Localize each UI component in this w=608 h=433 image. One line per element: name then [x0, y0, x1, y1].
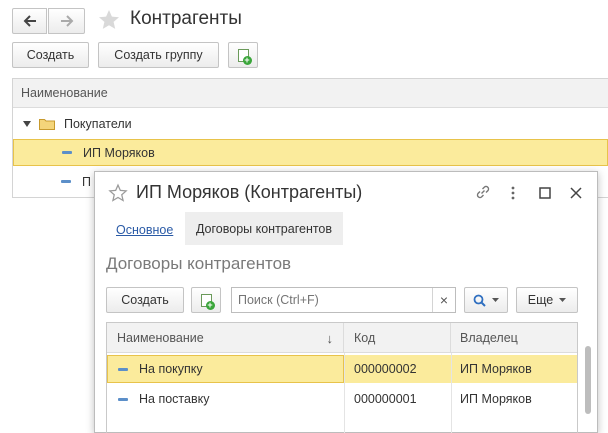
arrow-right-icon — [60, 15, 73, 27]
list-header: Наименование — [13, 79, 608, 108]
column-header-name[interactable]: Наименование ↓ — [107, 323, 344, 353]
chevron-down-icon — [559, 298, 567, 302]
row-owner: ИП Моряков — [460, 362, 532, 376]
dialog-create-button[interactable]: Создать — [106, 287, 184, 313]
row-name: На покупку — [139, 362, 203, 376]
link-icon[interactable] — [474, 183, 492, 201]
tab-main[interactable]: Основное — [110, 216, 179, 244]
maximize-icon[interactable] — [538, 186, 552, 200]
group-label: Покупатели — [64, 117, 132, 131]
menu-dots-icon[interactable] — [508, 184, 518, 202]
column-header-owner-label: Владелец — [460, 331, 518, 345]
search-icon — [473, 294, 486, 307]
column-header-code-label: Код — [354, 331, 376, 345]
item-icon — [118, 397, 128, 401]
search-button[interactable] — [464, 287, 508, 313]
chevron-down-icon — [492, 298, 499, 302]
back-button[interactable] — [12, 8, 47, 34]
create-button-label: Создать — [26, 48, 75, 62]
item-icon — [61, 180, 71, 183]
dialog-create-button-label: Создать — [121, 293, 169, 307]
expand-triangle-icon[interactable] — [23, 121, 31, 127]
column-header-code[interactable]: Код — [345, 323, 451, 353]
table-row-name-cell[interactable]: На поставку — [107, 385, 344, 413]
page-title: Контрагенты — [130, 8, 242, 29]
create-group-button[interactable]: Создать группу — [98, 42, 219, 68]
add-copy-button[interactable]: + — [228, 42, 258, 68]
add-document-icon: + — [237, 48, 252, 65]
list-item-selected[interactable]: ИП Моряков — [13, 139, 608, 166]
group-row[interactable]: Покупатели — [13, 111, 608, 137]
item-icon — [62, 151, 72, 154]
item-icon — [118, 367, 128, 371]
star-icon[interactable] — [97, 8, 121, 32]
close-icon[interactable] — [568, 185, 584, 201]
search-input[interactable] — [232, 288, 444, 312]
sort-arrow-icon: ↓ — [326, 330, 334, 346]
tab-contracts-label: Договоры контрагентов — [195, 221, 333, 236]
list-item-label: ИП Моряков — [83, 145, 155, 160]
search-clear-button[interactable]: × — [432, 288, 455, 312]
search-field[interactable]: × — [231, 287, 456, 313]
table-row-name-cell[interactable]: На покупку — [107, 355, 344, 383]
dialog-title: ИП Моряков (Контрагенты) — [136, 182, 363, 202]
more-button[interactable]: Еще — [516, 287, 578, 313]
list-item-label: П — [82, 174, 91, 189]
arrow-left-icon — [23, 15, 36, 27]
column-header-name-label: Наименование — [117, 331, 204, 345]
list-header-name: Наименование — [21, 86, 108, 100]
tab-main-label: Основное — [116, 223, 174, 237]
forward-button[interactable] — [48, 8, 85, 34]
column-header-owner[interactable]: Владелец — [452, 323, 577, 353]
section-title: Договоры контрагентов — [106, 254, 292, 273]
row-name: На поставку — [139, 392, 210, 406]
column-divider — [451, 353, 452, 433]
create-button[interactable]: Создать — [12, 42, 89, 68]
row-code: 000000001 — [354, 392, 417, 406]
clear-icon: × — [439, 292, 449, 308]
add-document-icon: + — [200, 293, 215, 310]
more-button-label: Еще — [527, 293, 554, 307]
row-code: 000000002 — [354, 362, 417, 376]
table-scrollbar[interactable] — [585, 346, 591, 414]
create-group-button-label: Создать группу — [114, 48, 203, 62]
tab-contracts[interactable]: Договоры контрагентов — [185, 212, 343, 245]
column-divider — [344, 353, 345, 433]
dialog-star-icon[interactable] — [108, 183, 128, 203]
folder-icon — [39, 119, 55, 130]
row-owner: ИП Моряков — [460, 392, 532, 406]
dialog-add-copy-button[interactable]: + — [191, 287, 221, 313]
